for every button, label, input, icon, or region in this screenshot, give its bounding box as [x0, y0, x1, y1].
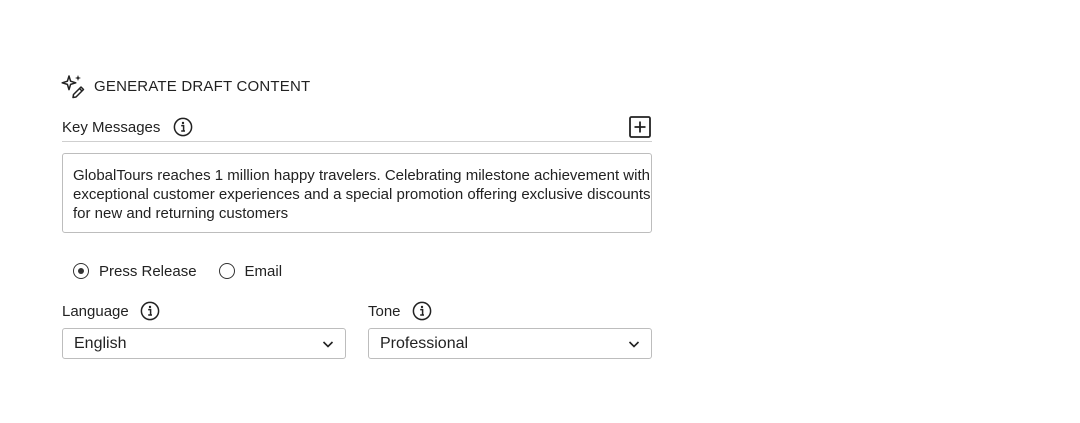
radio-email[interactable]: Email — [218, 263, 283, 280]
info-icon[interactable] — [140, 301, 160, 321]
language-field: Language English — [62, 300, 346, 359]
radio-email-circle[interactable] — [218, 263, 235, 279]
chevron-down-icon — [322, 340, 334, 348]
info-icon[interactable] — [173, 117, 193, 137]
section-title: GENERATE DRAFT CONTENT — [94, 77, 311, 95]
tone-select[interactable]: Professional — [368, 328, 652, 359]
radio-press-release[interactable]: Press Release — [73, 263, 197, 280]
key-messages-header: Key Messages — [62, 114, 652, 142]
settings-row: Language English Tone Professional — [62, 300, 652, 359]
radio-email-label[interactable]: Email — [245, 263, 283, 280]
info-icon[interactable] — [412, 301, 432, 321]
language-select[interactable]: English — [62, 328, 346, 359]
language-label: Language — [62, 302, 129, 320]
content-type-radio-group: Press Release Email — [73, 261, 652, 281]
key-messages-label: Key Messages — [62, 118, 161, 136]
sparkle-pen-icon — [61, 75, 85, 99]
tone-label: Tone — [368, 302, 401, 320]
key-messages-textarea[interactable]: GlobalTours reaches 1 million happy trav… — [62, 153, 652, 233]
generate-draft-panel: GENERATE DRAFT CONTENT Key Messages Glob… — [61, 72, 652, 359]
tone-field: Tone Professional — [368, 300, 652, 359]
add-key-message-button[interactable] — [628, 115, 652, 139]
radio-press-release-label[interactable]: Press Release — [99, 263, 197, 280]
tone-select-value: Professional — [380, 334, 469, 352]
section-header: GENERATE DRAFT CONTENT — [61, 72, 652, 100]
radio-press-release-circle[interactable] — [73, 263, 89, 279]
language-select-value: English — [74, 334, 127, 352]
chevron-down-icon — [628, 340, 640, 348]
